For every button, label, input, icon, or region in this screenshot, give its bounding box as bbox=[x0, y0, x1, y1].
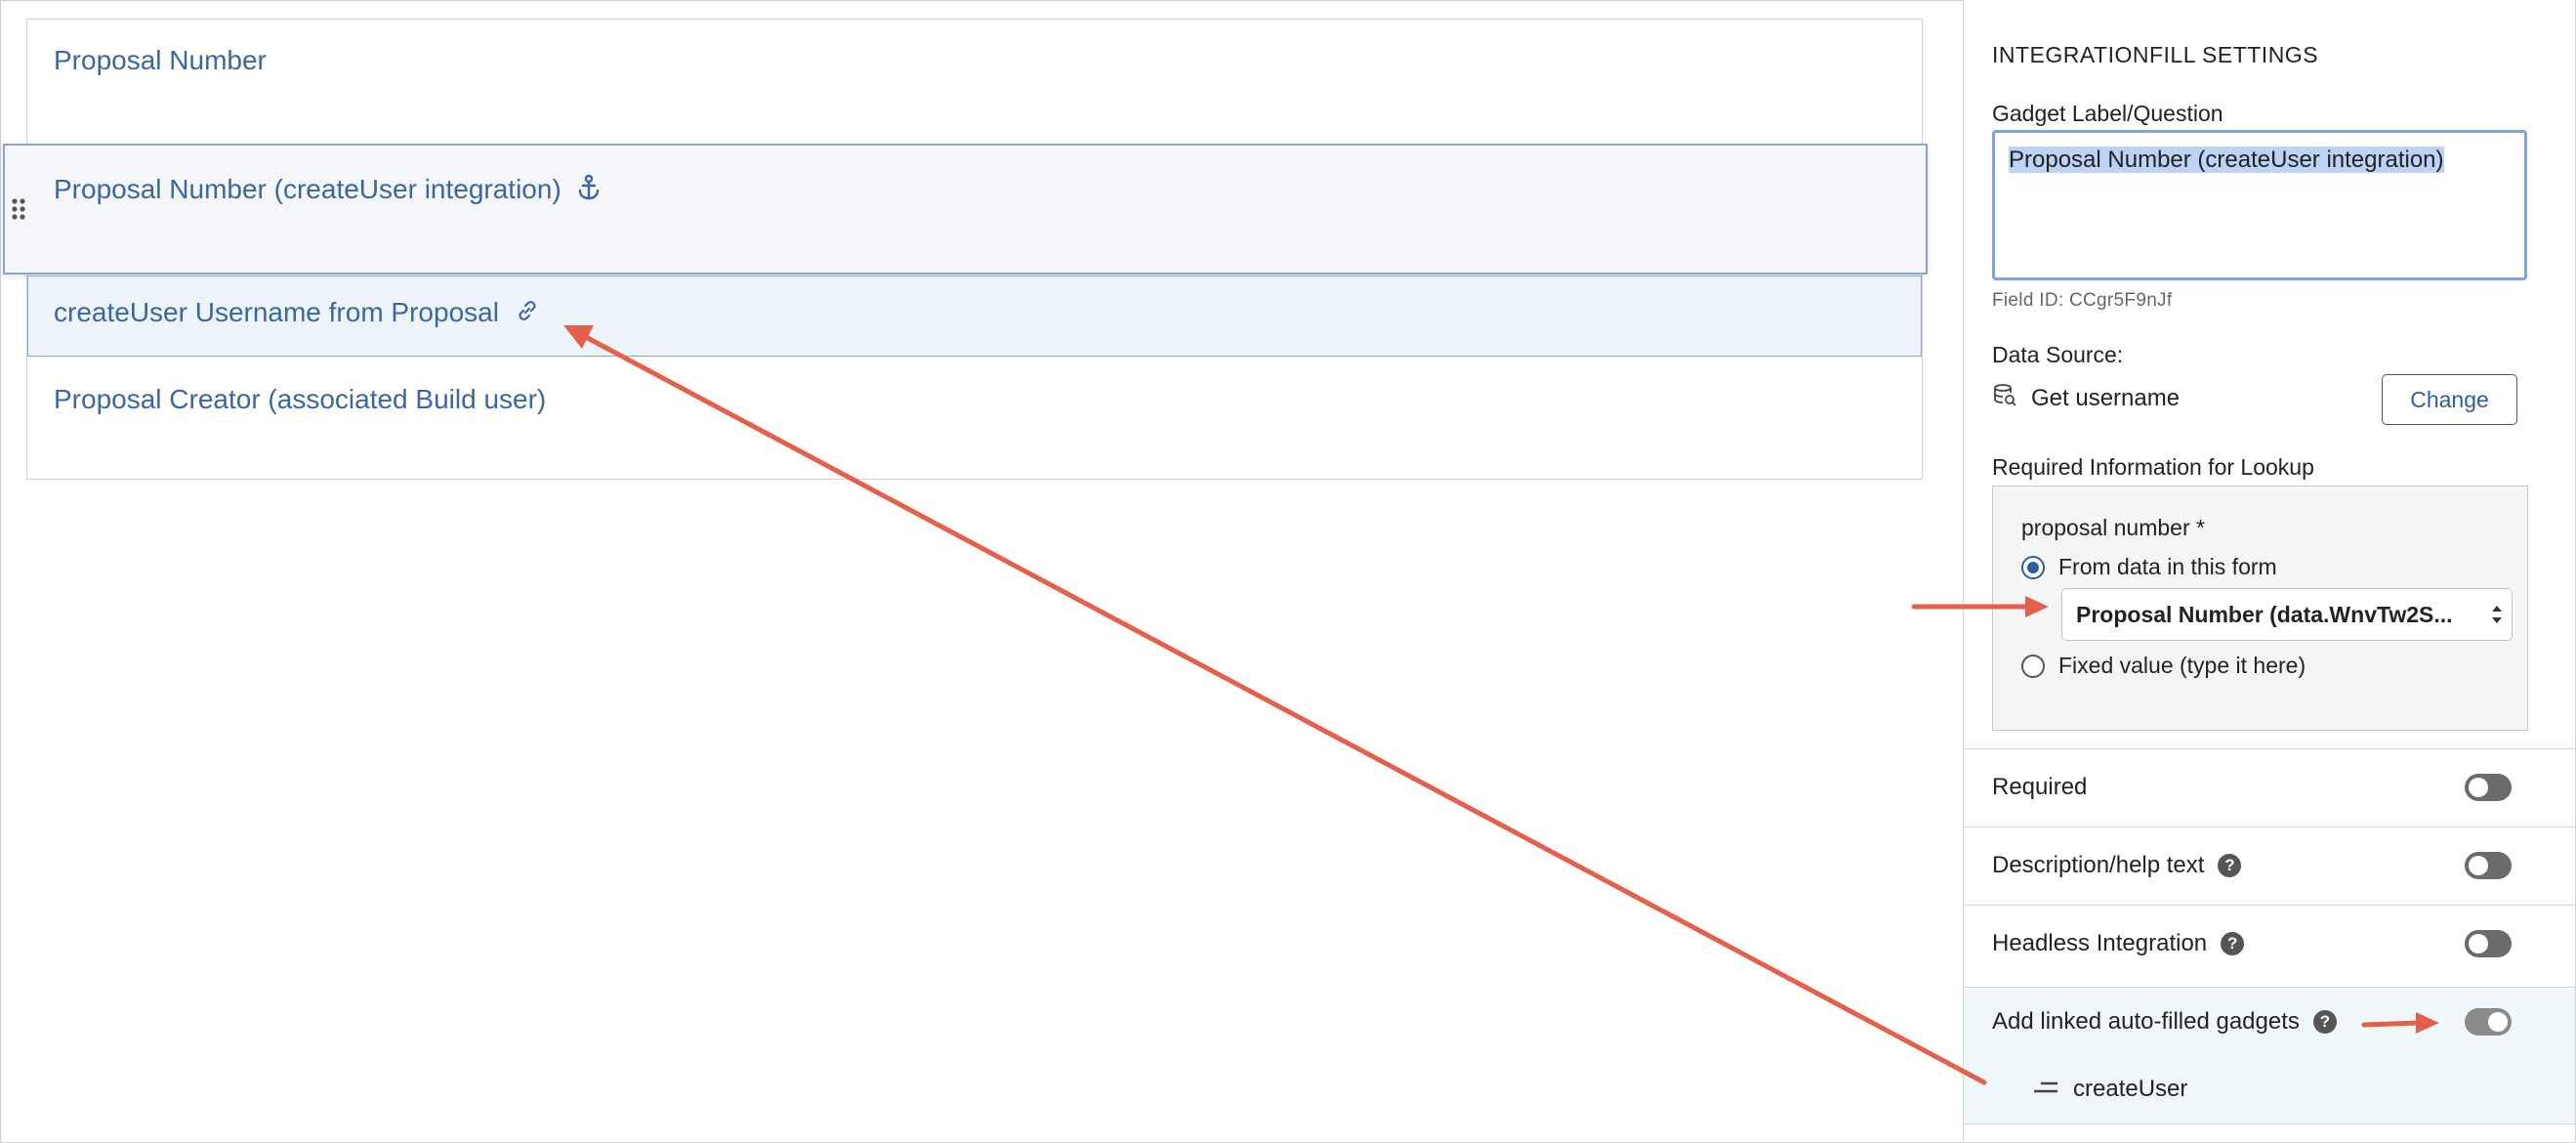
link-icon bbox=[515, 298, 540, 330]
anchor-icon bbox=[577, 174, 601, 208]
toggle-row-description: Description/help text? bbox=[1964, 826, 2575, 904]
linked-gadget-item[interactable]: createUser bbox=[2032, 1076, 2187, 1103]
panel-divider bbox=[1964, 1123, 2575, 1124]
label-question-heading: Gadget Label/Question bbox=[1992, 101, 2223, 126]
settings-panel: INTEGRATIONFILL SETTINGS Gadget Label/Qu… bbox=[1963, 0, 2575, 1141]
data-source-heading: Data Source: bbox=[1992, 342, 2124, 367]
toggle-row-required: Required bbox=[1964, 748, 2575, 826]
lookup-box: proposal number * From data in this form… bbox=[1992, 486, 2528, 731]
help-icon[interactable]: ? bbox=[2218, 854, 2242, 877]
gadget-label: Proposal Creator (associated Build user) bbox=[54, 384, 547, 414]
change-data-source-button[interactable]: Change bbox=[2382, 374, 2517, 425]
textarea-value: Proposal Number (createUser integration) bbox=[2009, 147, 2444, 173]
toggle-row-headless: Headless Integration? bbox=[1964, 905, 2575, 982]
gadget-proposal-number[interactable]: Proposal Number bbox=[54, 45, 267, 76]
data-source-row: Get username bbox=[1992, 382, 2180, 414]
gadget-label: Proposal Number bbox=[54, 45, 267, 75]
gadget-proposal-creator[interactable]: Proposal Creator (associated Build user) bbox=[54, 384, 546, 415]
radio-button-unselected[interactable] bbox=[2021, 654, 2045, 678]
field-id: Field ID: CCgr5F9nJf bbox=[1992, 290, 2173, 311]
toggle-label: Required bbox=[1992, 774, 2088, 800]
linked-gadget-label: createUser bbox=[2073, 1076, 2188, 1102]
form-canvas: Proposal Number Proposal Number (createU… bbox=[0, 0, 1963, 1143]
toggle-row-linked-gadgets: Add linked auto-filled gadgets? createUs… bbox=[1964, 987, 2575, 1123]
linked-gadgets-toggle[interactable] bbox=[2465, 1008, 2512, 1036]
toggle-label: Add linked auto-filled gadgets bbox=[1992, 1008, 2300, 1035]
help-icon[interactable]: ? bbox=[2221, 932, 2245, 955]
radio-label: Fixed value (type it here) bbox=[2058, 653, 2306, 678]
drag-handle-icon[interactable] bbox=[11, 197, 26, 226]
radio-fixed-value[interactable]: Fixed value (type it here) bbox=[2021, 653, 2306, 679]
gadget-proposal-number-integration[interactable]: Proposal Number (createUser integration) bbox=[54, 174, 601, 208]
data-source-value: Get username bbox=[2031, 384, 2181, 411]
label-question-textarea[interactable]: Proposal Number (createUser integration) bbox=[1992, 130, 2527, 280]
select-caret-icon bbox=[2490, 601, 2504, 634]
required-toggle[interactable] bbox=[2465, 774, 2512, 801]
lookup-heading: Required Information for Lookup bbox=[1992, 454, 2314, 480]
gadget-createuser-username[interactable]: createUser Username from Proposal bbox=[54, 297, 540, 330]
form-field-select[interactable]: Proposal Number (data.WnvTw2S... bbox=[2061, 588, 2513, 641]
help-icon[interactable]: ? bbox=[2312, 1010, 2337, 1034]
toggle-label: Description/help text bbox=[1992, 852, 2205, 878]
database-icon bbox=[1992, 382, 2017, 414]
radio-label: From data in this form bbox=[2058, 554, 2277, 579]
panel-title: INTEGRATIONFILL SETTINGS bbox=[1992, 42, 2319, 67]
gadget-label: createUser Username from Proposal bbox=[54, 297, 499, 327]
lookup-field-label: proposal number * bbox=[2021, 515, 2205, 540]
toggle-label: Headless Integration bbox=[1992, 930, 2208, 956]
select-value: Proposal Number (data.WnvTw2S... bbox=[2076, 601, 2453, 627]
gadget-selected-dragging[interactable] bbox=[3, 144, 1928, 275]
gadget-label: Proposal Number (createUser integration) bbox=[54, 174, 561, 204]
radio-button-selected[interactable] bbox=[2021, 555, 2045, 579]
description-toggle[interactable] bbox=[2465, 852, 2512, 879]
headless-toggle[interactable] bbox=[2465, 930, 2512, 957]
radio-from-form[interactable]: From data in this form bbox=[2021, 554, 2277, 580]
text-lines-icon bbox=[2032, 1076, 2059, 1103]
